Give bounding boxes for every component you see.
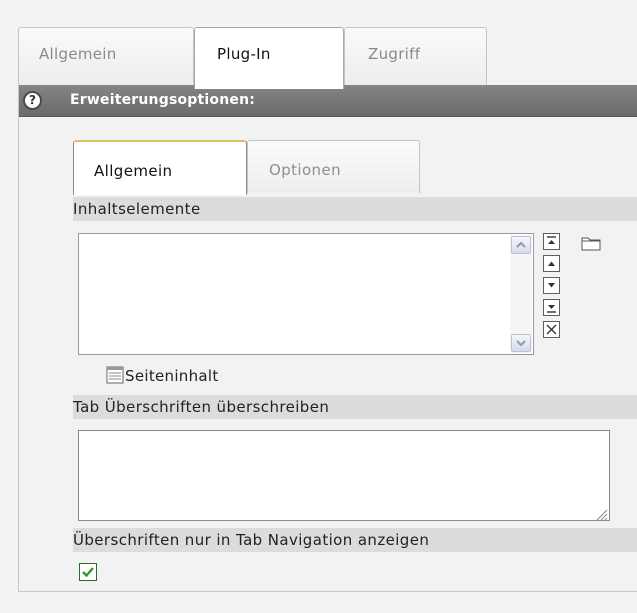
content-elements-list[interactable] [78,233,534,355]
tab-headings-textarea[interactable] [78,430,610,521]
resize-grip-icon[interactable] [595,506,608,521]
tab-headings-label: Tab Überschriften überschreiben [73,395,637,419]
remove-icon[interactable] [543,321,560,338]
extension-options-panel: ? Erweiterungsoptionen: Allgemein Option… [18,85,637,592]
tab-allgemein[interactable]: Allgemein [18,27,194,85]
page-content-link[interactable]: Seiteninhalt [106,366,219,385]
move-bottom-icon[interactable] [543,299,560,316]
move-up-icon[interactable] [543,255,560,272]
scroll-down-icon[interactable] [511,334,531,352]
page-content-icon [106,366,124,384]
page: Allgemein Plug-In Zugriff ? Erweiterungs… [0,0,637,613]
move-down-icon[interactable] [543,277,560,294]
folder-icon[interactable] [581,235,601,251]
inner-tab-allgemein[interactable]: Allgemein [73,140,247,195]
help-icon[interactable]: ? [23,91,42,110]
inner-tab-optionen[interactable]: Optionen [247,140,420,193]
page-content-label: Seiteninhalt [125,367,219,385]
checkmark-icon [82,567,94,578]
panel-header: ? Erweiterungsoptionen: [19,85,637,117]
list-scrollbar[interactable] [510,235,532,353]
panel-title: Erweiterungsoptionen: [70,92,256,108]
move-top-icon[interactable] [543,233,560,250]
only-in-nav-checkbox[interactable] [79,563,97,581]
tab-plug-in[interactable]: Plug-In [194,27,344,89]
scroll-up-icon[interactable] [511,236,531,254]
tab-zugriff[interactable]: Zugriff [344,27,487,85]
only-in-nav-label-text: Überschriften nur in Tab Navigation anze… [73,531,430,549]
content-elements-label: Inhaltselemente [73,197,637,221]
only-in-nav-label: Überschriften nur in Tab Navigation anze… [73,528,637,552]
tab-headings-label-text: Tab Überschriften überschreiben [73,398,330,416]
content-elements-label-text: Inhaltselemente [73,200,201,218]
